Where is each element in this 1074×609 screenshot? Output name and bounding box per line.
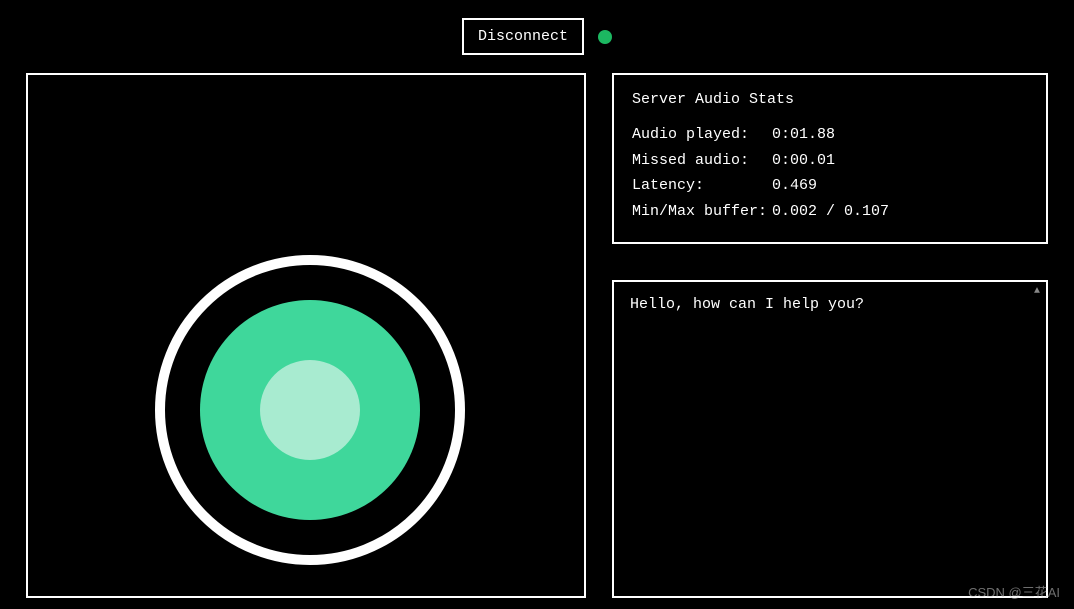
audio-visualizer-panel [26,73,586,598]
stat-label: Min/Max buffer: [632,199,772,225]
top-bar: Disconnect [0,0,1074,73]
disconnect-button[interactable]: Disconnect [462,18,584,55]
chat-panel[interactable]: ▲ Hello, how can I help you? [612,280,1048,598]
stat-value: 0.469 [772,173,817,199]
stat-row-missed-audio: Missed audio: 0:00.01 [632,148,1028,174]
stat-label: Audio played: [632,122,772,148]
scroll-up-icon[interactable]: ▲ [1034,286,1040,297]
stat-row-latency: Latency: 0.469 [632,173,1028,199]
visualizer-inner-circle-icon [260,360,360,460]
stat-value: 0.002 / 0.107 [772,199,889,225]
stat-row-audio-played: Audio played: 0:01.88 [632,122,1028,148]
watermark: CSDN @三花AI [968,582,1060,601]
stat-value: 0:00.01 [772,148,835,174]
stat-row-buffer: Min/Max buffer: 0.002 / 0.107 [632,199,1028,225]
chat-message: Hello, how can I help you? [630,296,1030,313]
main-area: Server Audio Stats Audio played: 0:01.88… [0,73,1074,598]
stats-panel: Server Audio Stats Audio played: 0:01.88… [612,73,1048,244]
right-column: Server Audio Stats Audio played: 0:01.88… [612,73,1048,598]
stat-label: Latency: [632,173,772,199]
stat-label: Missed audio: [632,148,772,174]
status-indicator-icon [598,30,612,44]
stat-value: 0:01.88 [772,122,835,148]
stats-title: Server Audio Stats [632,91,1028,108]
